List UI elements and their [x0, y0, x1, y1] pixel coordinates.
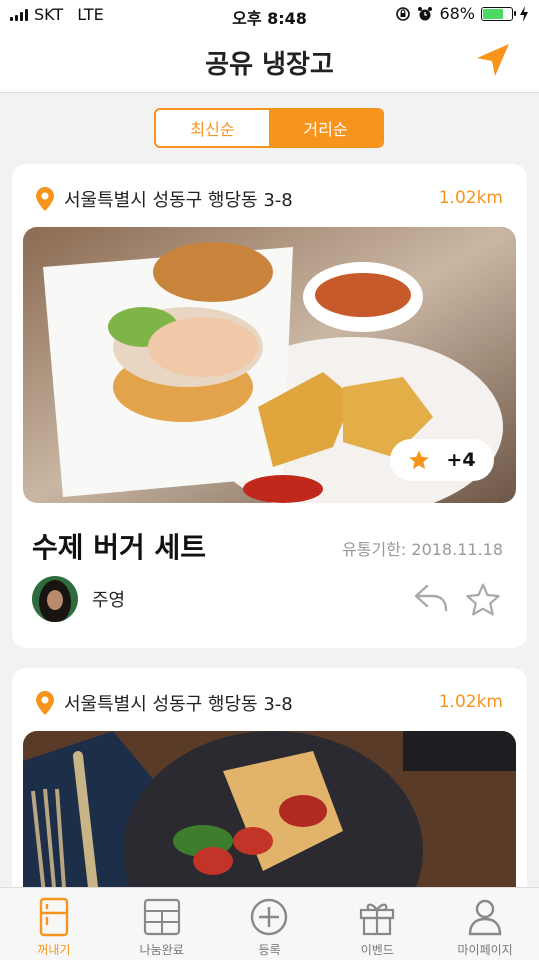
tab-label: 등록	[258, 943, 281, 957]
location-button[interactable]	[475, 42, 511, 82]
reply-arrow-icon	[414, 584, 448, 612]
navigation-arrow-icon	[477, 44, 509, 76]
person-icon	[468, 899, 502, 936]
user-avatar-image	[32, 576, 78, 622]
star-filled-icon	[409, 450, 430, 469]
star-outline-icon	[466, 583, 500, 616]
share-button[interactable]	[413, 582, 449, 618]
user-name: 주영	[92, 590, 126, 611]
card-location: 서울특별시 성동구 행당동 3-8	[36, 690, 293, 716]
tab-events[interactable]: 이벤드	[323, 888, 431, 960]
sort-toggle: 최신순 거리순	[154, 108, 384, 148]
app-header: 공유 냉장고	[0, 30, 539, 93]
favorite-button[interactable]	[465, 582, 501, 622]
tab-label: 이벤드	[360, 943, 394, 957]
photo-count-badge[interactable]: +4	[390, 439, 494, 481]
location-text: 서울특별시 성동구 행당동 3-8	[64, 694, 293, 715]
tab-label: 마이페이지	[457, 943, 513, 957]
distance-label: 1.02km	[438, 692, 503, 712]
tab-take-out[interactable]: 꺼내기	[0, 888, 108, 960]
status-right: 68%	[395, 4, 529, 23]
sort-latest-tab[interactable]: 최신순	[156, 110, 269, 146]
food-title: 수제 버거 세트	[32, 531, 207, 564]
sort-distance-tab[interactable]: 거리순	[269, 110, 382, 146]
plus-circle-icon	[251, 898, 288, 936]
food-photo[interactable]: +4	[23, 227, 516, 503]
card-location: 서울특별시 성동구 행당동 3-8	[36, 186, 293, 212]
alarm-icon	[418, 6, 433, 20]
status-bar: SKT LTE 오후 8:48 68%	[0, 0, 539, 30]
charging-icon	[520, 5, 528, 22]
tab-label: 꺼내기	[37, 943, 71, 957]
page-title: 공유 냉장고	[205, 50, 334, 80]
location-text: 서울특별시 성동구 행당동 3-8	[64, 190, 293, 211]
shelf-icon	[143, 898, 180, 936]
battery-icon	[481, 6, 516, 21]
orientation-lock-icon	[396, 6, 411, 21]
tab-label: 나눔완료	[139, 943, 184, 957]
avatar[interactable]	[32, 576, 78, 622]
tab-register[interactable]: 등록	[216, 888, 324, 960]
food-card[interactable]: 서울특별시 성동구 행당동 3-8 1.02km	[12, 164, 527, 648]
bottom-tab-bar: 꺼내기 나눔완료 등록 이벤드 마이페이지	[0, 887, 539, 960]
fridge-icon	[39, 897, 69, 937]
location-pin-icon	[36, 187, 54, 211]
battery-percent: 68%	[439, 4, 475, 23]
gift-icon	[360, 903, 395, 936]
distance-label: 1.02km	[438, 188, 503, 208]
tab-shared-done[interactable]: 나눔완료	[108, 888, 216, 960]
photo-count: +4	[446, 449, 476, 471]
expiry-date: 유통기한: 2018.11.18	[342, 540, 503, 559]
location-pin-icon	[36, 691, 54, 715]
tab-my-page[interactable]: 마이페이지	[431, 888, 539, 960]
